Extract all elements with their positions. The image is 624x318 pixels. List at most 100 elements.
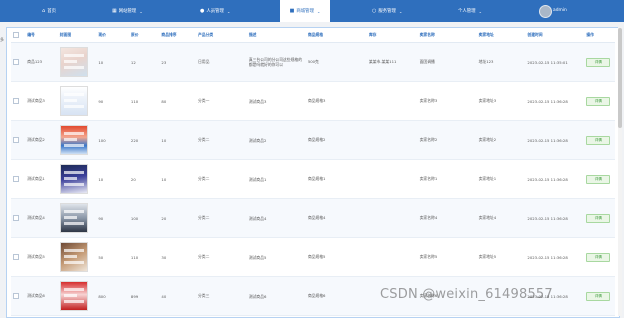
cell-addr: 卖家地址4 bbox=[476, 198, 526, 238]
detail-button[interactable]: 详情 bbox=[586, 96, 611, 106]
cell-price: 800 bbox=[96, 276, 129, 316]
row-checkbox[interactable] bbox=[13, 293, 19, 299]
cell-desc: 测试商品3 bbox=[246, 81, 306, 121]
cell-cat: 分类一 bbox=[196, 81, 247, 121]
row-select-cell[interactable] bbox=[11, 276, 26, 316]
column-header[interactable]: 创建时间 bbox=[525, 28, 585, 43]
table-row[interactable]: 测试商品4 90 100 20 分类二 测试商品4 商品规格4 卖家名称4 卖家地址4 2023-… bbox=[11, 198, 615, 238]
row-checkbox[interactable] bbox=[13, 137, 19, 143]
row-select-cell[interactable] bbox=[11, 120, 26, 160]
row-checkbox[interactable] bbox=[13, 59, 19, 65]
cell-stock bbox=[366, 237, 418, 277]
cell-sort: 80 bbox=[159, 81, 197, 121]
nav-home[interactable]: ⌂ 首页 bbox=[42, 0, 56, 22]
row-checkbox[interactable] bbox=[13, 254, 19, 260]
cell-seller: 卖家名称5 bbox=[417, 237, 477, 277]
table-row[interactable]: 测试商品1 10 20 10 分类二 测试商品1 商品规格1 卖家名称1 卖家地址1 2023-0… bbox=[11, 159, 615, 199]
chevron-down-icon: ⌄ bbox=[226, 8, 231, 14]
row-select-cell[interactable] bbox=[11, 198, 26, 238]
cell-sort: 10 bbox=[159, 120, 197, 160]
nav-service-management[interactable]: ○ 服务管理 ⌄ bbox=[372, 0, 402, 22]
cover-image-cell bbox=[57, 198, 97, 238]
detail-button[interactable]: 详情 bbox=[586, 252, 611, 262]
row-select-cell[interactable] bbox=[11, 42, 26, 82]
product-thumbnail[interactable] bbox=[59, 86, 88, 116]
column-header[interactable]: 编号 bbox=[25, 28, 58, 43]
detail-button[interactable]: 详情 bbox=[586, 57, 611, 67]
product-table: 编号 封面图 现价 原价 商品排序 产品分类 描述 商品规格 库存 卖家名称 卖… bbox=[11, 28, 615, 316]
cell-orig: 110 bbox=[128, 237, 160, 277]
user-icon: ● bbox=[200, 8, 205, 14]
cell-seller: 面团调播 bbox=[417, 42, 477, 82]
product-thumbnail[interactable] bbox=[59, 281, 88, 311]
row-select-cell[interactable] bbox=[11, 81, 26, 121]
row-select-cell[interactable] bbox=[11, 237, 26, 277]
cell-desc: 测试商品6 bbox=[246, 276, 306, 316]
user-name[interactable]: admin bbox=[553, 8, 567, 13]
cell-price: 100 bbox=[96, 120, 129, 160]
cover-image-cell bbox=[57, 159, 97, 199]
product-thumbnail[interactable] bbox=[59, 242, 88, 272]
action-cell: 详情 bbox=[584, 42, 615, 82]
column-header[interactable]: 描述 bbox=[246, 28, 306, 43]
cell-id: 测试商品6 bbox=[25, 276, 58, 316]
scrollbar-thumb[interactable] bbox=[618, 28, 622, 128]
detail-button[interactable]: 详情 bbox=[586, 174, 611, 184]
action-cell: 详情 bbox=[584, 120, 615, 160]
select-all-checkbox[interactable] bbox=[13, 32, 19, 38]
table-row[interactable]: 测试商品5 50 110 30 分类二 测试商品5 商品规格5 卖家名称5 卖家地址5 2023-… bbox=[11, 237, 615, 277]
nav-home-label: 首页 bbox=[47, 9, 56, 14]
cell-time: 2023-02-15 11:35:01 bbox=[525, 42, 585, 82]
cell-cat: 分类二 bbox=[196, 237, 247, 277]
column-header[interactable]: 封面图 bbox=[57, 28, 97, 43]
cell-orig: 20 bbox=[128, 159, 160, 199]
row-checkbox[interactable] bbox=[13, 215, 19, 221]
table-row[interactable]: 商品123 10 12 23 日用品 真三台公司的分公司这些规格的都是吗就好的你可以 500… bbox=[11, 42, 615, 82]
cell-addr: 卖家地址5 bbox=[476, 237, 526, 277]
cover-image-cell bbox=[57, 120, 97, 160]
avatar[interactable] bbox=[539, 5, 552, 18]
detail-button[interactable]: 详情 bbox=[586, 135, 611, 145]
cell-price: 10 bbox=[96, 159, 129, 199]
column-header[interactable]: 现价 bbox=[96, 28, 129, 43]
table-row[interactable]: 测试商品3 90 110 80 分类一 测试商品3 商品规格3 卖家名称3 卖家地址3 2023-… bbox=[11, 81, 615, 121]
cell-price: 10 bbox=[96, 42, 129, 82]
active-indicator-dot bbox=[305, 15, 307, 17]
cell-desc: 真三台公司的分公司这些规格的都是吗就好的你可以 bbox=[246, 42, 306, 82]
product-thumbnail[interactable] bbox=[59, 203, 88, 233]
select-all-header[interactable] bbox=[11, 28, 26, 43]
cover-image-cell bbox=[57, 81, 97, 121]
row-checkbox[interactable] bbox=[13, 176, 19, 182]
column-header[interactable]: 原价 bbox=[128, 28, 160, 43]
watermark: CSDN @weixin_61498557 bbox=[380, 287, 553, 302]
column-header[interactable]: 操作 bbox=[584, 28, 615, 43]
product-thumbnail[interactable] bbox=[59, 125, 88, 155]
product-thumbnail[interactable] bbox=[59, 47, 88, 77]
action-cell: 详情 bbox=[584, 159, 615, 199]
cell-cat: 分类三 bbox=[196, 276, 247, 316]
cell-sort: 10 bbox=[159, 159, 197, 199]
column-header[interactable]: 产品分类 bbox=[196, 28, 247, 43]
cover-image-cell bbox=[57, 276, 97, 316]
detail-button[interactable]: 详情 bbox=[586, 213, 611, 223]
column-header[interactable]: 商品规格 bbox=[305, 28, 367, 43]
cell-addr: 卖家地址2 bbox=[476, 120, 526, 160]
cell-price: 90 bbox=[96, 81, 129, 121]
cell-time: 2023-02-15 11:36:28 bbox=[525, 198, 585, 238]
row-checkbox[interactable] bbox=[13, 98, 19, 104]
column-header[interactable]: 库存 bbox=[366, 28, 418, 43]
row-select-cell[interactable] bbox=[11, 159, 26, 199]
cell-price: 90 bbox=[96, 198, 129, 238]
nav-people-management[interactable]: ● 人员管理 ⌄ bbox=[200, 0, 230, 22]
column-header[interactable]: 卖家名称 bbox=[417, 28, 477, 43]
column-header[interactable]: 卖家地址 bbox=[476, 28, 526, 43]
cell-id: 测试商品1 bbox=[25, 159, 58, 199]
nav-personal-management[interactable]: 个人管理 ⌄ bbox=[458, 0, 482, 22]
table-row[interactable]: 测试商品2 100 220 10 分类二 测试商品2 商品规格2 卖家名称2 卖家地址2 2023… bbox=[11, 120, 615, 160]
column-header[interactable]: 商品排序 bbox=[159, 28, 197, 43]
product-thumbnail[interactable] bbox=[59, 164, 88, 194]
detail-button[interactable]: 详情 bbox=[586, 291, 611, 301]
nav-shop-management[interactable]: ■ 商城管理 ⌄ bbox=[280, 0, 330, 22]
nav-site-management[interactable]: ▦ 网站管理 ⌄ bbox=[112, 0, 143, 22]
cell-id: 测试商品4 bbox=[25, 198, 58, 238]
